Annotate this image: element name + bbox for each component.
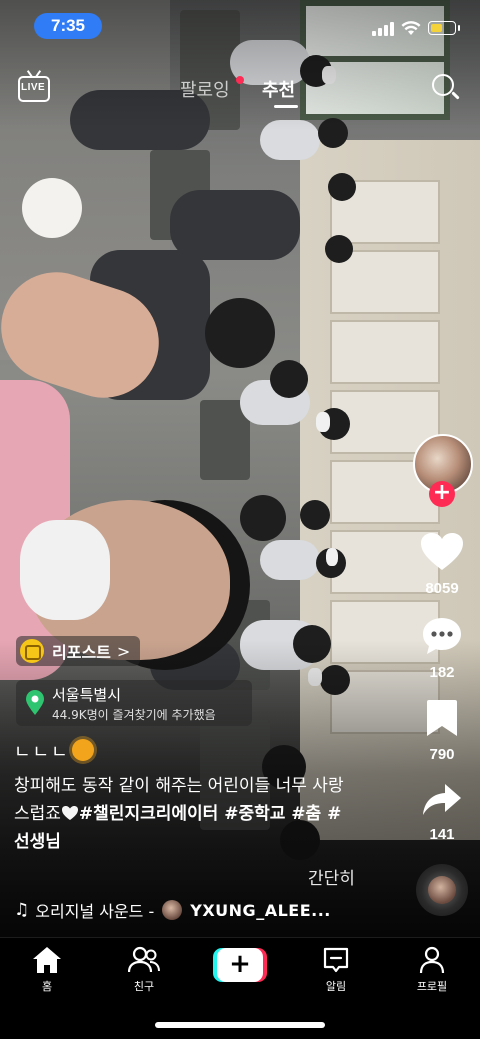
caption-hashtag[interactable]: 선생님 (14, 828, 394, 856)
sound-artist: YXUNG_ALEE... (190, 900, 331, 920)
video-tissue-roll (22, 178, 82, 238)
video-caption[interactable]: 창피해도 동작 같이 해주는 어린이들 너무 사랑 스럽죠 #챌린지크리에이터 #… (14, 772, 394, 856)
new-content-dot (236, 76, 244, 84)
create-button[interactable]: + (213, 948, 267, 982)
search-button[interactable] (430, 72, 462, 104)
video-student-body (170, 190, 300, 260)
nav-friends-label: 친구 (133, 980, 155, 993)
video-student-head (300, 500, 330, 530)
like-count: 8059 (425, 580, 459, 597)
nav-inbox[interactable]: 알림 (301, 946, 371, 994)
follow-button[interactable]: + (429, 481, 455, 507)
repost-label: 리포스트 (52, 643, 111, 662)
music-disc-avatar (428, 876, 456, 904)
tab-following[interactable]: 팔로잉 (180, 76, 230, 102)
video-mask (20, 520, 110, 620)
video-locker (330, 320, 440, 384)
sound-artist-avatar (162, 900, 183, 920)
video-mask (326, 548, 338, 566)
caption-lead-text: ㄴㄴㄴ (14, 742, 70, 763)
wifi-icon (401, 21, 421, 35)
nav-profile-label: 프로필 (416, 980, 448, 993)
battery-icon (428, 21, 456, 35)
cellular-signal-icon (372, 22, 394, 36)
plus-icon: + (217, 948, 263, 982)
caption-line: 스럽죠 #챌린지크리에이터 #중학교 #춤 # (14, 800, 394, 828)
like-button[interactable]: 8059 (412, 532, 472, 597)
live-button[interactable]: LIVE (18, 70, 52, 104)
home-icon (33, 947, 61, 973)
location-pin-icon (26, 690, 44, 715)
video-student-head (325, 235, 353, 263)
location-name: 서울특별시 (52, 686, 122, 704)
white-heart-emoji-icon (61, 806, 78, 820)
caption-text: 스럽죠 (14, 804, 61, 824)
caption-hashtags[interactable]: #챌린지크리에이터 #중학교 #춤 # (79, 804, 341, 824)
video-mask (316, 412, 330, 432)
nav-inbox-label: 알림 (325, 980, 347, 993)
bookmark-icon (427, 700, 457, 736)
nav-friends[interactable]: 친구 (109, 946, 179, 994)
video-student-head (240, 495, 286, 541)
location-tag[interactable]: 서울특별시 44.9K명이 즐겨찾기에 추가했음 (16, 680, 252, 726)
bookmark-count: 790 (429, 746, 455, 763)
nav-profile[interactable]: 프로필 (397, 946, 467, 994)
live-label: LIVE (21, 82, 46, 93)
status-time: 7:35 (34, 13, 102, 39)
search-icon-handle (451, 91, 460, 100)
caption-line: 창피해도 동작 같이 해주는 어린이들 너무 사랑 (14, 776, 344, 796)
video-student-body (260, 540, 320, 580)
video-student-head (328, 173, 356, 201)
chevron-right-icon: > (116, 641, 131, 661)
sound-info[interactable]: ♫ 오리지널 사운드 - YXUNG_ALEE... (14, 898, 331, 922)
share-arrow-icon (423, 784, 461, 815)
tab-for-you[interactable]: 추천 (262, 76, 295, 102)
video-student-head (270, 360, 308, 398)
nav-home-label: 홈 (41, 980, 53, 993)
bookmark-button[interactable]: 790 (412, 698, 472, 763)
inbox-icon (323, 947, 349, 973)
active-tab-indicator (274, 105, 298, 108)
music-note-icon: ♫ (14, 900, 30, 920)
location-subtitle: 44.9K명이 즐겨찾기에 추가했음 (52, 708, 216, 722)
battery-cap (458, 25, 460, 31)
comment-icon (423, 618, 461, 654)
status-bar: 7:35 (0, 0, 480, 54)
comment-count: 182 (429, 664, 455, 681)
share-count: 141 (429, 826, 455, 843)
nav-home[interactable]: 홈 (12, 946, 82, 994)
heart-icon (421, 533, 463, 570)
repost-badge[interactable]: 리포스트 > (16, 636, 141, 666)
caption-lead: ㄴㄴㄴ (14, 738, 94, 764)
video-student-head (205, 298, 275, 368)
friends-icon (128, 946, 160, 973)
sun-emoji-icon (71, 739, 94, 761)
collapse-caption-link[interactable]: 간단히 (308, 864, 355, 889)
battery-level (430, 23, 442, 32)
home-indicator (155, 1022, 325, 1028)
comment-button[interactable]: 182 (412, 616, 472, 681)
profile-icon (419, 946, 445, 974)
sound-label: 오리지널 사운드 - (35, 902, 155, 921)
repost-icon (20, 639, 44, 663)
share-button[interactable]: 141 (412, 782, 472, 843)
